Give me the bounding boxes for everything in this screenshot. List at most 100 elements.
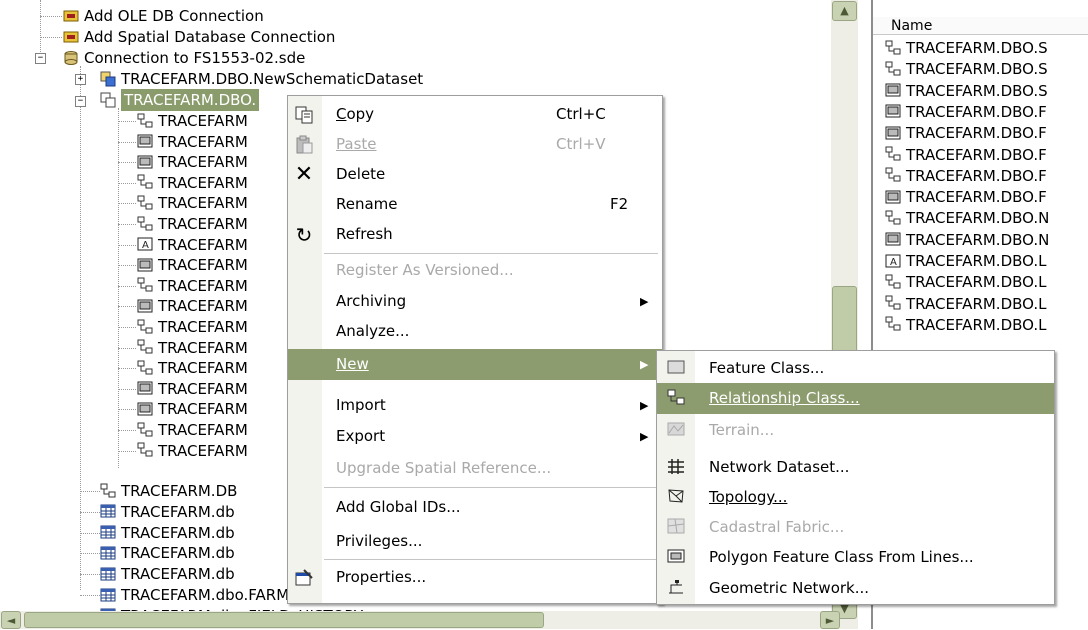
properties-icon	[294, 568, 314, 588]
tree-item-child[interactable]: TRACEFARM	[137, 110, 248, 132]
tree-item-child[interactable]: TRACEFARM	[137, 316, 248, 338]
menu-item-label: Network Dataset...	[709, 458, 850, 476]
submenu-item-network-dataset[interactable]: Network Dataset...	[657, 452, 1054, 483]
contents-list-item[interactable]: TRACEFARM.DBO.N	[885, 207, 1049, 229]
menu-item-delete[interactable]: ✕ Delete	[288, 159, 662, 190]
tree-item-child[interactable]: TRACEFARM	[137, 151, 248, 173]
tree-item-schematic-dataset[interactable]: TRACEFARM.DBO.NewSchematicDataset	[100, 68, 423, 90]
tree-item-child[interactable]: TRACEFARM	[137, 254, 248, 276]
tree-item[interactable]: TRACEFARM.db	[100, 542, 235, 564]
menu-item-paste[interactable]: Paste Ctrl+V	[288, 129, 662, 160]
submenu-item-terrain[interactable]: Terrain...	[657, 415, 1054, 446]
tree-item-connection[interactable]: Connection to FS1553-02.sde	[63, 47, 305, 69]
tree-item-child[interactable]: TRACEFARM	[137, 213, 248, 235]
tree-item-child[interactable]: TRACEFARM	[137, 275, 248, 297]
tree-item-child[interactable]: TRACEFARM	[137, 357, 248, 379]
horizontal-scroll-thumb[interactable]	[24, 612, 544, 628]
contents-list-item[interactable]: A TRACEFARM.DBO.L	[885, 250, 1046, 272]
tree-item-label: TRACEFARM.db	[121, 502, 235, 521]
contents-list-item[interactable]: TRACEFARM.DBO.F	[885, 122, 1047, 144]
tree-item[interactable]: TRACEFARM.db	[100, 563, 235, 585]
tree-item-child[interactable]: TRACEFARM	[137, 419, 248, 441]
tree-line	[118, 162, 136, 164]
contents-list-item[interactable]: TRACEFARM.DBO.F	[885, 144, 1047, 166]
contents-list-item[interactable]: TRACEFARM.DBO.F	[885, 165, 1047, 187]
tree-item-child[interactable]: TRACEFARM	[137, 131, 248, 153]
tree-item-child[interactable]: TRACEFARM	[137, 378, 248, 400]
submenu-item-polygon-from-lines[interactable]: Polygon Feature Class From Lines...	[657, 542, 1054, 573]
tree-item[interactable]: TRACEFARM.db	[100, 501, 235, 523]
menu-shortcut: Ctrl+C	[556, 105, 606, 123]
annotation-class-icon: A	[137, 236, 153, 252]
tree-item-add-ole-db[interactable]: Add OLE DB Connection	[63, 5, 264, 27]
relationship-class-icon	[885, 146, 901, 162]
tree-line	[118, 388, 136, 390]
tree-line	[80, 532, 100, 534]
tree-line	[118, 450, 136, 452]
contents-item-label: TRACEFARM.DBO.F	[906, 188, 1047, 207]
tree-item-label: TRACEFARM.db	[121, 544, 235, 563]
tree-line	[118, 285, 136, 287]
menu-item-archiving[interactable]: Archiving ▶	[288, 286, 662, 317]
menu-item-analyze[interactable]: Analyze...	[288, 316, 662, 347]
menu-item-import[interactable]: Import ▶	[288, 390, 662, 421]
tree-item-feature-dataset[interactable]: TRACEFARM.DBO.	[100, 89, 260, 111]
menu-shortcut: Ctrl+V	[556, 135, 606, 153]
menu-item-properties[interactable]: Properties...	[288, 562, 662, 593]
tree-line	[118, 368, 136, 370]
contents-item-label: TRACEFARM.DBO.F	[906, 102, 1047, 121]
tree-item-child[interactable]: TRACEFARM	[137, 337, 248, 359]
contents-list-item[interactable]: TRACEFARM.DBO.N	[885, 229, 1049, 251]
tree-item-label: TRACEFARM	[158, 379, 248, 398]
contents-list-item[interactable]: TRACEFARM.DBO.S	[885, 37, 1048, 59]
submenu-item-relationship-class[interactable]: Relationship Class...	[657, 383, 1054, 414]
menu-item-privileges[interactable]: Privileges...	[288, 526, 662, 557]
menu-item-label: Refresh	[336, 225, 393, 243]
scroll-right-button[interactable]: ►	[820, 611, 840, 629]
scroll-up-button[interactable]: ▲	[832, 1, 857, 21]
terrain-icon	[666, 421, 686, 441]
contents-list-item[interactable]: TRACEFARM.DBO.L	[885, 314, 1046, 336]
menu-item-upgrade-spatial-reference[interactable]: Upgrade Spatial Reference...	[288, 453, 662, 484]
tree-item[interactable]: TRACEFARM.DB	[100, 480, 237, 502]
submenu-item-geometric-network[interactable]: Geometric Network...	[657, 573, 1054, 604]
tree-item-add-spatial-db[interactable]: Add Spatial Database Connection	[63, 26, 335, 48]
contents-list-item[interactable]: TRACEFARM.DBO.L	[885, 271, 1046, 293]
tree-item-child[interactable]: TRACEFARM	[137, 440, 248, 462]
tree-item-child[interactable]: TRACEFARM	[137, 192, 248, 214]
contents-list-item[interactable]: TRACEFARM.DBO.S	[885, 80, 1048, 102]
table-icon	[100, 587, 116, 603]
collapse-toggle[interactable]: −	[35, 53, 46, 64]
menu-item-copy[interactable]: Copy Ctrl+C	[288, 99, 662, 130]
menu-item-refresh[interactable]: ↻ Refresh	[288, 219, 662, 250]
menu-item-export[interactable]: Export ▶	[288, 421, 662, 452]
collapse-toggle[interactable]: −	[75, 96, 86, 107]
tree-item-child[interactable]: TRACEFARM	[137, 172, 248, 194]
submenu-item-topology[interactable]: Topology...	[657, 482, 1054, 513]
cadastral-fabric-icon	[666, 518, 686, 538]
expand-toggle[interactable]: +	[75, 74, 86, 85]
tree-item-child[interactable]: A TRACEFARM	[137, 234, 248, 256]
tree-item-child[interactable]: TRACEFARM	[137, 295, 248, 317]
tree-item-child[interactable]: TRACEFARM	[137, 398, 248, 420]
tree-line	[118, 409, 136, 411]
relationship-class-icon	[137, 319, 153, 335]
horizontal-scrollbar[interactable]: ◄ ►	[0, 611, 840, 629]
submenu-item-feature-class[interactable]: Feature Class...	[657, 353, 1054, 384]
contents-item-label: TRACEFARM.DBO.N	[906, 230, 1050, 249]
menu-item-register-versioned[interactable]: Register As Versioned...	[288, 255, 662, 286]
contents-item-label: TRACEFARM.DBO.L	[906, 294, 1047, 313]
submenu-arrow-icon: ▶	[640, 358, 649, 371]
contents-list-item[interactable]: TRACEFARM.DBO.S	[885, 58, 1048, 80]
contents-list-item[interactable]: TRACEFARM.DBO.F	[885, 186, 1047, 208]
tree-item[interactable]: TRACEFARM.db	[100, 522, 235, 544]
name-column-header[interactable]: Name	[873, 17, 1088, 35]
menu-item-rename[interactable]: Rename F2	[288, 189, 662, 220]
scroll-left-button[interactable]: ◄	[1, 611, 21, 629]
tree-line	[80, 553, 100, 555]
contents-list-item[interactable]: TRACEFARM.DBO.L	[885, 293, 1046, 315]
submenu-item-cadastral-fabric[interactable]: Cadastral Fabric...	[657, 512, 1054, 543]
menu-item-add-global-ids[interactable]: Add Global IDs...	[288, 492, 662, 523]
contents-list-item[interactable]: TRACEFARM.DBO.F	[885, 101, 1047, 123]
menu-item-new[interactable]: New ▶	[288, 349, 662, 380]
